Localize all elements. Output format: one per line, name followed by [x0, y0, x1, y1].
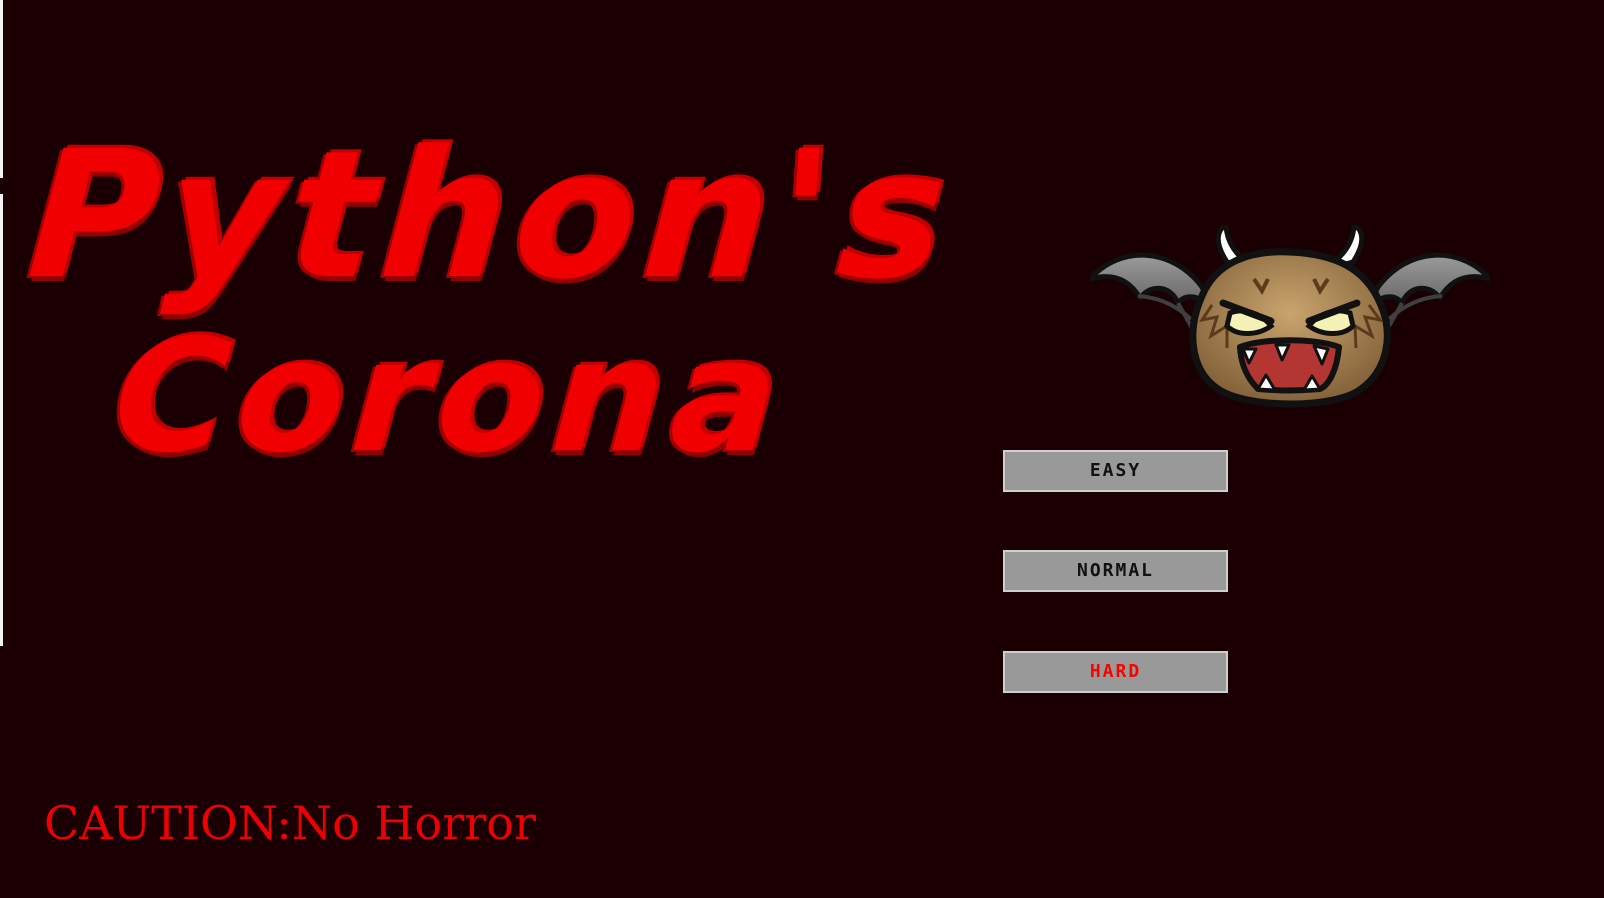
- caution-text: CAUTION:No Horror: [44, 796, 536, 850]
- normal-button[interactable]: NORMAL: [1003, 550, 1228, 592]
- bat-virus-mascot-icon: [1090, 225, 1490, 408]
- game-canvas: Python's Corona EASY NORMAL HARD CAUTION…: [0, 0, 1604, 898]
- game-title-line-1: Python's: [22, 113, 960, 318]
- fanged-mouth: [1237, 337, 1342, 394]
- game-window: Python's Corona EASY NORMAL HARD CAUTION…: [0, 0, 1604, 898]
- left-edge-mark: [0, 178, 3, 194]
- easy-button[interactable]: EASY: [1003, 450, 1228, 492]
- hard-button[interactable]: HARD: [1003, 651, 1228, 693]
- left-edge-strip: [0, 0, 3, 646]
- game-title-line-2: Corona: [108, 305, 792, 487]
